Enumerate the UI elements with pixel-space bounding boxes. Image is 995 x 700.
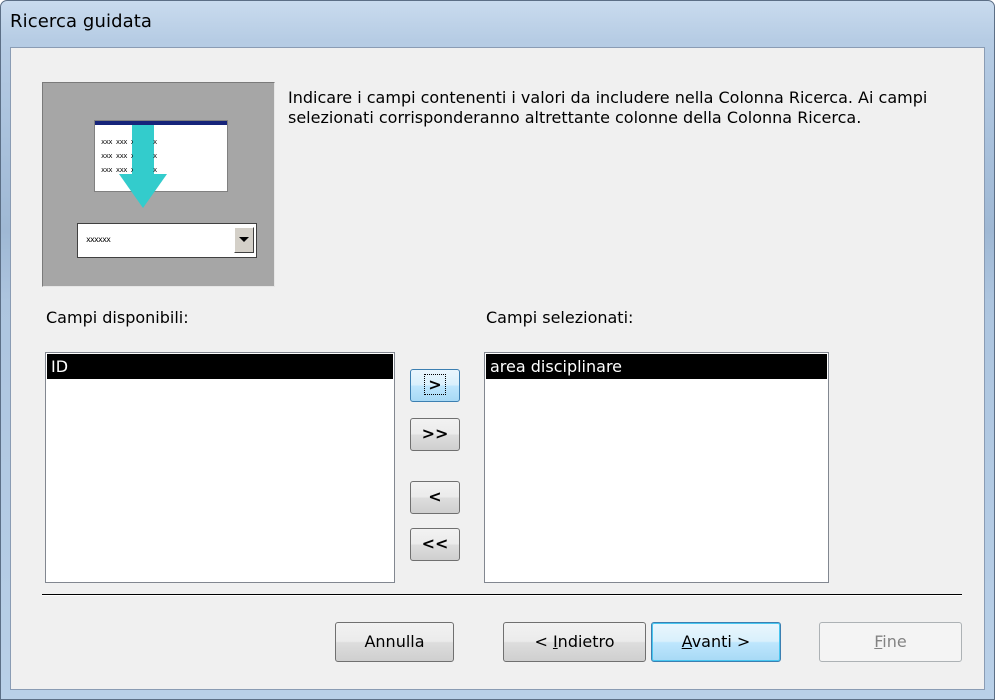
title-bar[interactable]: Ricerca guidata [1,1,994,45]
finish-button[interactable]: Fine [819,622,962,662]
list-item[interactable]: ID [47,354,393,379]
illustration-combo: xxxxxx [77,223,257,258]
back-button[interactable]: < Indietro [503,622,646,662]
wizard-content: xxx xxx xxx xxx xxx xxx xxx xxx xxx xxx … [10,47,985,690]
combo-dropdown-icon [234,227,254,253]
remove-all-fields-button[interactable]: << [410,528,460,561]
selected-fields-label: Campi selezionati: [486,308,634,327]
window-title: Ricerca guidata [10,11,153,32]
add-all-fields-button[interactable]: >> [410,418,460,451]
list-item[interactable]: area disciplinare [486,354,827,379]
separator [42,594,962,596]
add-field-button[interactable]: > [410,369,460,402]
cancel-button[interactable]: Annulla [335,622,454,662]
lookup-column-illustration: xxx xxx xxx xxx xxx xxx xxx xxx xxx xxx … [42,82,275,287]
available-fields-list[interactable]: ID [45,352,395,583]
selected-fields-list[interactable]: area disciplinare [484,352,829,583]
available-fields-label: Campi disponibili: [46,308,189,327]
instruction-text: Indicare i campi contenenti i valori da … [288,88,928,127]
remove-field-button[interactable]: < [410,481,460,514]
down-arrow-icon [119,130,167,208]
wizard-window: Ricerca guidata xxx xxx xxx xxx xxx xxx … [0,0,995,700]
next-button[interactable]: Avanti > [651,622,781,662]
